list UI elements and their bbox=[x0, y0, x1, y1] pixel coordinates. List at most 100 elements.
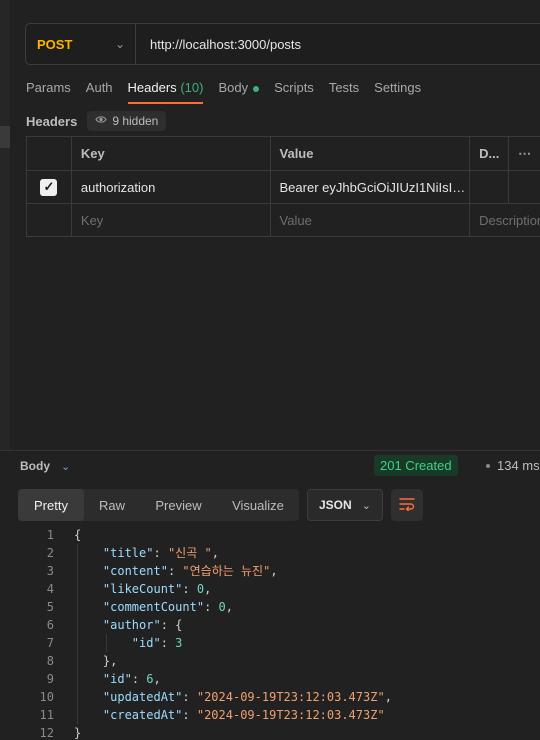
tab-headers-count: (10) bbox=[180, 80, 204, 95]
chevron-down-icon[interactable]: ⌄ bbox=[61, 460, 70, 473]
tab-body[interactable]: Body bbox=[218, 78, 260, 104]
wrap-lines-button[interactable] bbox=[391, 489, 423, 521]
method-select[interactable]: POST ⌄ bbox=[26, 37, 135, 52]
column-description: D... bbox=[470, 137, 510, 170]
brace: { bbox=[175, 618, 183, 632]
code-line: 8 }, bbox=[0, 652, 540, 670]
hidden-headers-toggle[interactable]: 9 hidden bbox=[87, 111, 167, 131]
json-key: "likeCount" bbox=[102, 582, 183, 596]
code-line: 12} bbox=[0, 724, 540, 740]
table-header-row: Key Value D... ⋯ bbox=[27, 137, 540, 171]
line-number: 9 bbox=[46, 672, 54, 686]
code-line: 7 "id": 3 bbox=[0, 634, 540, 652]
method-label: POST bbox=[37, 36, 73, 52]
url-input[interactable]: http://localhost:3000/posts bbox=[136, 37, 301, 52]
header-value-input[interactable]: Bearer eyJhbGciOiJIUzI1NiIsIn... bbox=[271, 171, 471, 203]
status-badge[interactable]: 201 Created bbox=[374, 455, 458, 476]
tab-visualize[interactable]: Visualize bbox=[217, 489, 299, 521]
line-number: 8 bbox=[46, 654, 54, 668]
headers-title: Headers bbox=[26, 113, 78, 129]
json-key: "author" bbox=[102, 618, 161, 632]
response-header: Body ⌄ 201 Created 134 ms bbox=[20, 455, 540, 477]
tab-params[interactable]: Params bbox=[26, 78, 71, 104]
column-key: Key bbox=[72, 137, 271, 170]
request-tabs: Params Auth Headers (10) Body Scripts Te… bbox=[26, 78, 436, 104]
row-checkbox[interactable]: ✓ bbox=[27, 171, 72, 203]
line-number: 10 bbox=[39, 690, 54, 704]
table-row: ✓ authorization Bearer eyJhbGciOiJIUzI1N… bbox=[27, 171, 540, 204]
code-line: 4 "likeCount": 0, bbox=[0, 580, 540, 598]
wrap-lines-icon bbox=[399, 497, 415, 514]
line-number: 12 bbox=[39, 726, 54, 740]
headers-section-header: Headers 9 hidden bbox=[26, 110, 167, 132]
eye-icon bbox=[95, 115, 107, 127]
new-row-check bbox=[27, 204, 72, 236]
tab-body-label: Body bbox=[218, 80, 249, 95]
row-extra-cell bbox=[509, 171, 540, 203]
code-line: 3 "content": "연습하는 뉴진", bbox=[0, 562, 540, 580]
headers-table: Key Value D... ⋯ ✓ authorization Bearer … bbox=[26, 136, 540, 237]
tab-scripts[interactable]: Scripts bbox=[274, 78, 314, 104]
tab-auth[interactable]: Auth bbox=[86, 78, 113, 104]
separator-dot bbox=[486, 464, 490, 468]
line-number: 5 bbox=[46, 600, 54, 614]
code-line: 9 "id": 6, bbox=[0, 670, 540, 688]
brace: } bbox=[74, 726, 82, 740]
new-description-placeholder: Description bbox=[479, 212, 540, 228]
table-row-new: Key Value Description bbox=[27, 204, 540, 237]
checkmark-icon: ✓ bbox=[40, 178, 58, 196]
header-description-input[interactable] bbox=[470, 171, 510, 203]
tab-scripts-label: Scripts bbox=[274, 80, 314, 95]
tab-tests[interactable]: Tests bbox=[329, 78, 359, 104]
more-options-glyph: ⋯ bbox=[518, 145, 533, 161]
tab-headers[interactable]: Headers (10) bbox=[127, 78, 204, 104]
pane-divider[interactable] bbox=[0, 450, 540, 451]
json-key: "updatedAt" bbox=[102, 690, 183, 704]
chevron-down-icon: ⌄ bbox=[361, 499, 371, 512]
response-time[interactable]: 134 ms bbox=[497, 458, 540, 473]
more-options-icon[interactable]: ⋯ bbox=[509, 137, 540, 170]
chevron-down-icon: ⌄ bbox=[114, 37, 125, 51]
header-key-input[interactable]: authorization bbox=[72, 171, 271, 203]
code-line: 6 "author": { bbox=[0, 616, 540, 634]
new-description-input[interactable]: Description bbox=[470, 204, 540, 236]
json-value: "2024-09-19T23:12:03.473Z" bbox=[196, 690, 385, 704]
tab-tests-label: Tests bbox=[328, 80, 360, 95]
json-value: "신곡 " bbox=[167, 546, 212, 560]
json-key: "id" bbox=[131, 636, 161, 650]
json-value: 0 bbox=[218, 600, 226, 614]
line-number: 11 bbox=[39, 708, 54, 722]
table-header-check bbox=[27, 137, 72, 170]
line-number: 7 bbox=[46, 636, 54, 650]
json-value: "2024-09-19T23:12:03.473Z" bbox=[196, 708, 385, 722]
json-value: 0 bbox=[196, 582, 205, 596]
response-body-code[interactable]: 1{ 2 "title": "신곡 ", 3 "content": "연습하는 … bbox=[0, 526, 540, 740]
code-line: 1{ bbox=[0, 526, 540, 544]
tab-headers-label: Headers bbox=[127, 80, 177, 95]
json-key: "content" bbox=[102, 564, 168, 578]
json-key: "createdAt" bbox=[102, 708, 183, 722]
code-line: 2 "title": "신곡 ", bbox=[0, 544, 540, 562]
column-value: Value bbox=[271, 137, 471, 170]
tab-raw[interactable]: Raw bbox=[84, 489, 140, 521]
tab-params-label: Params bbox=[26, 80, 71, 95]
brace: }, bbox=[102, 654, 118, 668]
hidden-headers-label: 9 hidden bbox=[112, 114, 159, 128]
new-key-input[interactable]: Key bbox=[72, 204, 271, 236]
tab-settings[interactable]: Settings bbox=[374, 78, 421, 104]
tab-preview[interactable]: Preview bbox=[140, 489, 217, 521]
line-number: 1 bbox=[46, 528, 54, 542]
sidebar-edge bbox=[0, 0, 10, 450]
modified-dot-icon bbox=[253, 85, 260, 92]
json-value: 6 bbox=[146, 672, 154, 686]
format-label: JSON bbox=[319, 498, 352, 512]
new-value-input[interactable]: Value bbox=[271, 204, 471, 236]
code-line: 5 "commentCount": 0, bbox=[0, 598, 540, 616]
line-number: 2 bbox=[46, 546, 54, 560]
line-number: 3 bbox=[46, 564, 54, 578]
tab-auth-label: Auth bbox=[85, 80, 113, 95]
tab-settings-label: Settings bbox=[374, 80, 422, 95]
format-select[interactable]: JSON ⌄ bbox=[307, 489, 383, 521]
response-title: Body bbox=[20, 459, 50, 473]
tab-pretty[interactable]: Pretty bbox=[18, 489, 84, 521]
